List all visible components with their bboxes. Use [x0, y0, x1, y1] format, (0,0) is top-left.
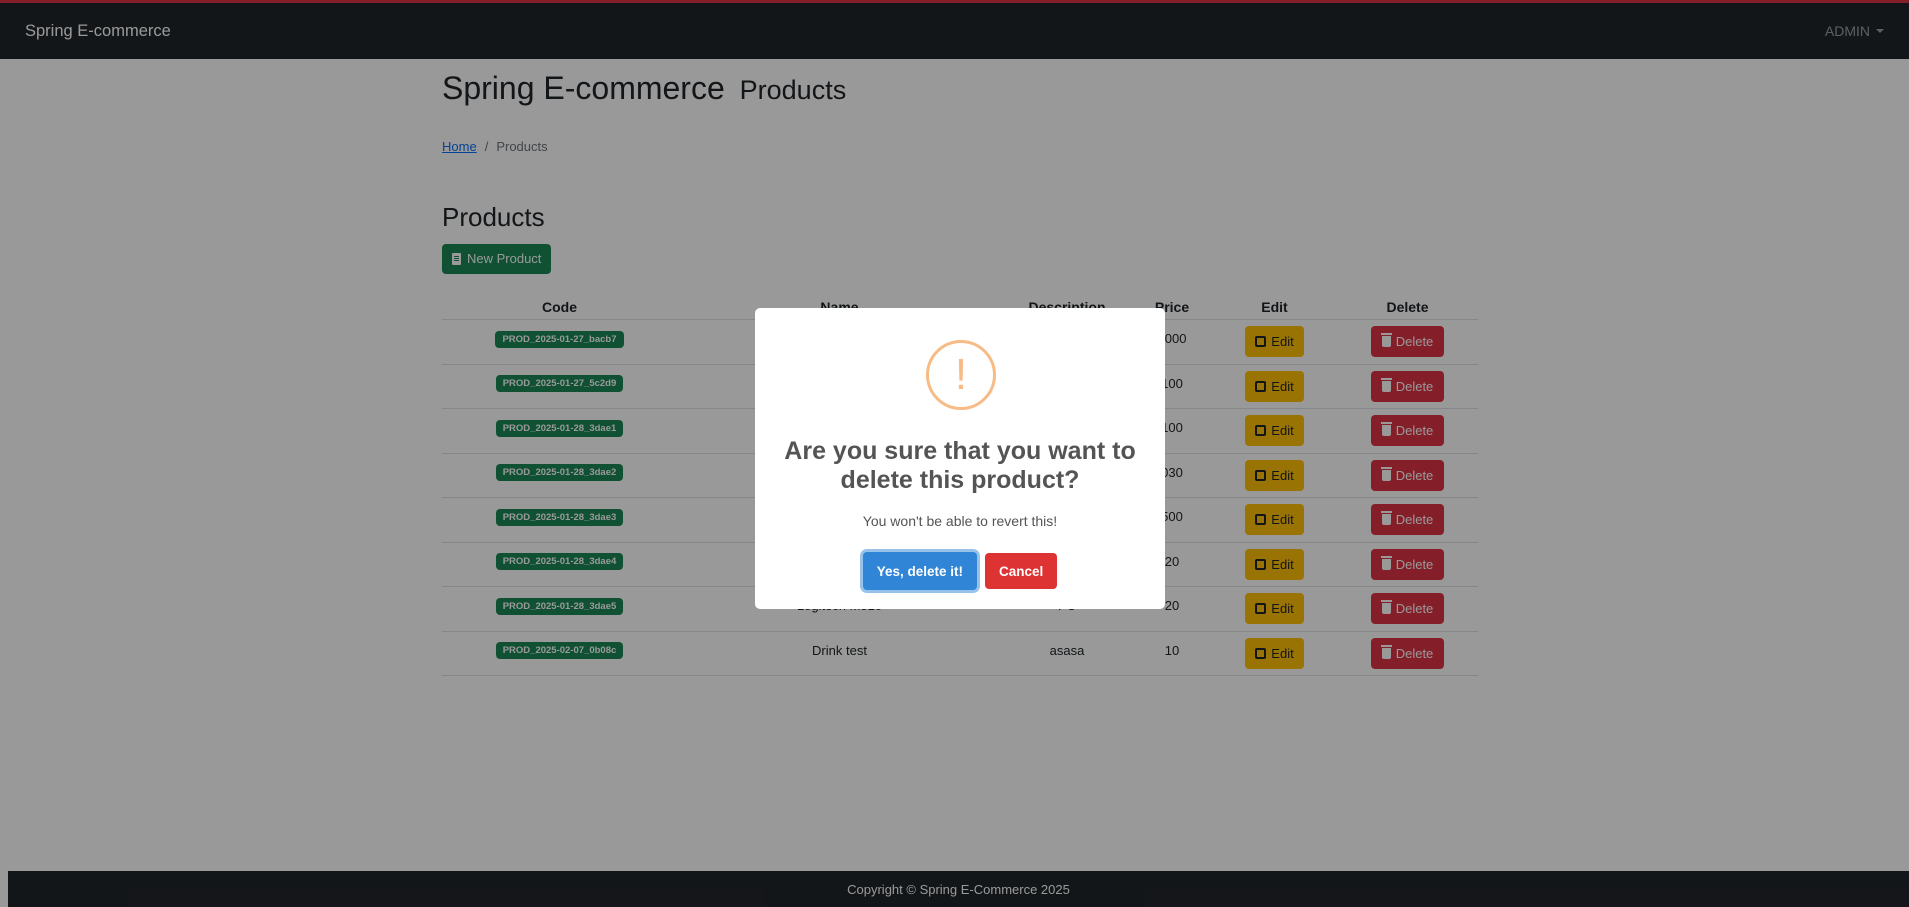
dialog-title: Are you sure that you want to delete thi… [784, 437, 1136, 494]
cancel-button[interactable]: Cancel [985, 553, 1058, 589]
dialog-text: You won't be able to revert this! [862, 513, 1058, 529]
confirm-delete-button[interactable]: Yes, delete it! [862, 552, 977, 590]
dialog-actions: Yes, delete it! Cancel [755, 552, 1165, 590]
delete-confirm-dialog: ! Are you sure that you want to delete t… [755, 308, 1165, 609]
warning-icon: ! [926, 340, 996, 410]
